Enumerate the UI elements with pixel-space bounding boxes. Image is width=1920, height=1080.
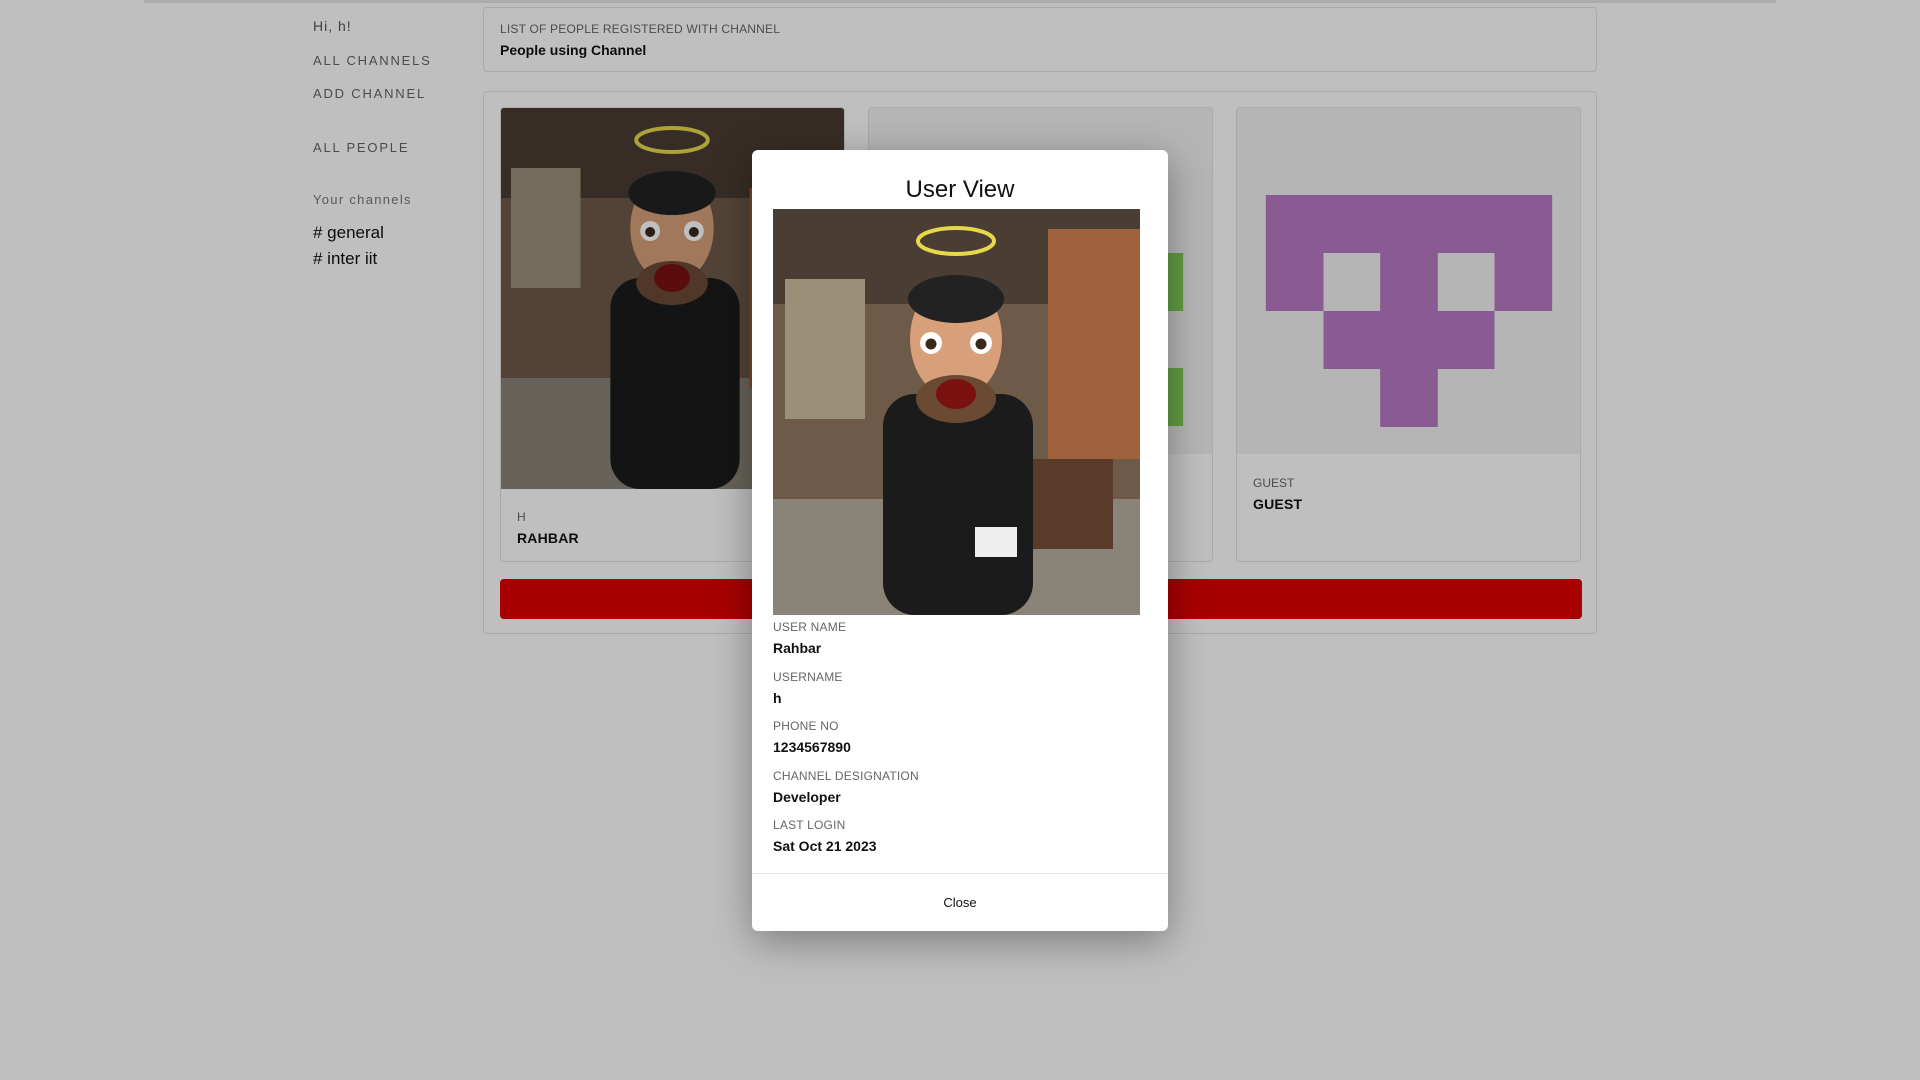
field-channel-designation: CHANNEL DESIGNATION Developer — [773, 769, 919, 805]
user-avatar-photo — [773, 209, 1140, 615]
field-username: USERNAME h — [773, 670, 843, 706]
modal-title: User View — [905, 176, 1015, 203]
modal-divider — [752, 873, 1168, 874]
field-last-login: LAST LOGIN Sat Oct 21 2023 — [773, 818, 877, 854]
user-view-modal: User View USER NAME Rahbar USERNAME h PH… — [752, 150, 1168, 931]
field-user-name: USER NAME Rahbar — [773, 620, 847, 656]
close-button[interactable]: Close — [930, 890, 990, 914]
field-phone: PHONE NO 1234567890 — [773, 719, 851, 755]
